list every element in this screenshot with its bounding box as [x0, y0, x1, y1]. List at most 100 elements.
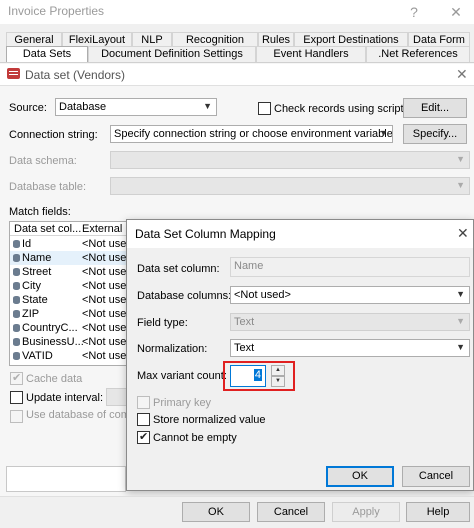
data-set-icon — [7, 68, 20, 79]
database-field-icon — [13, 282, 20, 290]
dialog-close-button[interactable]: ✕ — [457, 225, 469, 242]
connection-string-label: Connection string: — [9, 129, 98, 141]
row-name: ZIP — [22, 308, 40, 320]
row-name: Name — [22, 252, 52, 264]
grid-header-external[interactable]: External D — [82, 223, 128, 235]
tab-document-definition-settings[interactable]: Document Definition Settings — [88, 46, 256, 62]
source-value: Database — [59, 101, 107, 113]
source-dropdown[interactable]: Database ▼ — [55, 98, 217, 116]
table-row[interactable]: CountryC... <Not used — [10, 321, 129, 335]
primary-key-checkbox[interactable] — [137, 396, 150, 409]
row-name: State — [22, 294, 48, 306]
data-schema-label: Data schema: — [9, 155, 77, 167]
ok-button[interactable]: OK — [182, 502, 250, 522]
table-row[interactable]: ZIP <Not used — [10, 307, 129, 321]
field-type-dropdown[interactable]: Text ▼ — [230, 313, 470, 331]
database-field-icon — [13, 310, 20, 318]
help-footer-button[interactable]: Help — [406, 502, 470, 522]
row-name: BusinessU... — [22, 336, 84, 348]
row-name: City — [22, 280, 41, 292]
cancel-button[interactable]: Cancel — [257, 502, 325, 522]
tab-event-handlers[interactable]: Event Handlers — [256, 46, 366, 62]
row-external: <Not used — [82, 238, 129, 250]
dialog-ok-button[interactable]: OK — [326, 466, 394, 487]
chevron-down-icon: ▼ — [203, 101, 212, 111]
field-type-value: Text — [234, 316, 255, 328]
store-normalized-checkbox[interactable] — [137, 413, 150, 426]
database-field-icon — [13, 240, 20, 248]
tab-row-2: Data Sets Document Definition Settings E… — [0, 46, 474, 62]
window-title: Invoice Properties — [8, 4, 105, 18]
window-close-button[interactable]: ✕ — [444, 2, 468, 22]
normalization-dropdown[interactable]: Text ▼ — [230, 339, 470, 357]
cannot-be-empty-label: Cannot be empty — [153, 432, 237, 444]
row-external: <Not used — [82, 280, 129, 292]
chevron-down-icon: ▼ — [456, 316, 465, 326]
connection-string-dropdown[interactable]: Specify connection string or choose envi… — [110, 125, 393, 143]
dialog-cancel-button[interactable]: Cancel — [402, 466, 470, 487]
tab-net-references[interactable]: .Net References — [366, 46, 470, 62]
chevron-down-icon: ▼ — [456, 180, 465, 190]
row-name: CountryC... — [22, 322, 78, 334]
data-set-close-button[interactable]: ✕ — [456, 66, 468, 83]
edit-button[interactable]: Edit... — [403, 98, 467, 118]
database-field-icon — [13, 268, 20, 276]
use-database-checkbox[interactable] — [10, 410, 23, 423]
check-records-checkbox[interactable] — [258, 102, 271, 115]
check-icon: ✔ — [139, 431, 149, 443]
row-name: Id — [22, 238, 32, 250]
update-interval-label: Update interval: — [26, 392, 104, 404]
database-columns-label: Database columns: — [137, 290, 232, 302]
chevron-down-icon: ▼ — [379, 128, 388, 138]
data-set-column-label: Data set column: — [137, 263, 220, 275]
row-name: Street — [22, 266, 52, 278]
table-row[interactable]: VATID <Not used — [10, 349, 129, 363]
data-schema-dropdown[interactable]: ▼ — [110, 151, 470, 169]
table-row[interactable]: Name <Not used — [10, 251, 128, 265]
connection-string-value: Specify connection string or choose envi… — [114, 128, 393, 140]
store-normalized-label: Store normalized value — [153, 414, 266, 426]
database-field-icon — [13, 338, 20, 346]
primary-key-label: Primary key — [153, 397, 212, 409]
tab-data-sets[interactable]: Data Sets — [6, 46, 88, 62]
match-fields-label: Match fields: — [9, 206, 71, 218]
check-icon: ✔ — [12, 372, 22, 384]
row-external: <Not used — [82, 350, 129, 362]
source-label: Source: — [9, 102, 47, 114]
database-table-dropdown[interactable]: ▼ — [110, 177, 470, 195]
row-external: <Not used — [82, 308, 129, 320]
spinner-up-icon[interactable]: ▲ — [271, 365, 285, 376]
max-variant-count-spinner[interactable]: ▲ ▼ — [271, 365, 285, 387]
table-row[interactable]: State <Not used — [10, 293, 128, 307]
row-external: <Not used — [82, 322, 129, 334]
chevron-down-icon: ▼ — [456, 289, 465, 299]
grid-header-column[interactable]: Data set col... — [14, 223, 81, 235]
grid-header: Data set col... External D — [10, 222, 128, 236]
check-records-label: Check records using scripts — [274, 103, 410, 115]
cache-data-label: Cache data — [26, 373, 83, 385]
help-button[interactable]: ? — [402, 2, 426, 22]
update-interval-checkbox[interactable] — [10, 391, 23, 404]
database-field-icon — [13, 352, 20, 360]
match-fields-grid[interactable]: Data set col... External D Id <Not used … — [9, 221, 129, 366]
data-set-column-field[interactable]: Name — [230, 257, 470, 277]
max-variant-count-label: Max variant count: — [137, 370, 227, 382]
field-type-label: Field type: — [137, 317, 188, 329]
update-interval-input[interactable] — [106, 388, 128, 406]
cannot-be-empty-checkbox[interactable]: ✔ — [137, 431, 150, 444]
data-set-column-value: Name — [234, 260, 264, 272]
spinner-down-icon[interactable]: ▼ — [271, 376, 285, 387]
table-row[interactable]: City <Not used — [10, 279, 129, 293]
database-field-icon — [13, 254, 20, 262]
dialog-title: Data Set Column Mapping — [135, 227, 276, 241]
cache-data-checkbox[interactable]: ✔ — [10, 372, 23, 385]
max-variant-count-input[interactable]: 4 — [230, 365, 266, 387]
specify-button[interactable]: Specify... — [403, 124, 467, 144]
table-row[interactable]: BusinessU... <Not used — [10, 335, 128, 349]
table-row[interactable]: Street <Not used — [10, 265, 129, 279]
table-row[interactable]: Id <Not used — [10, 237, 129, 251]
row-external: <Not used — [82, 266, 129, 278]
database-columns-dropdown[interactable]: <Not used> ▼ — [230, 286, 470, 304]
apply-button[interactable]: Apply — [332, 502, 400, 522]
chevron-down-icon: ▼ — [456, 342, 465, 352]
